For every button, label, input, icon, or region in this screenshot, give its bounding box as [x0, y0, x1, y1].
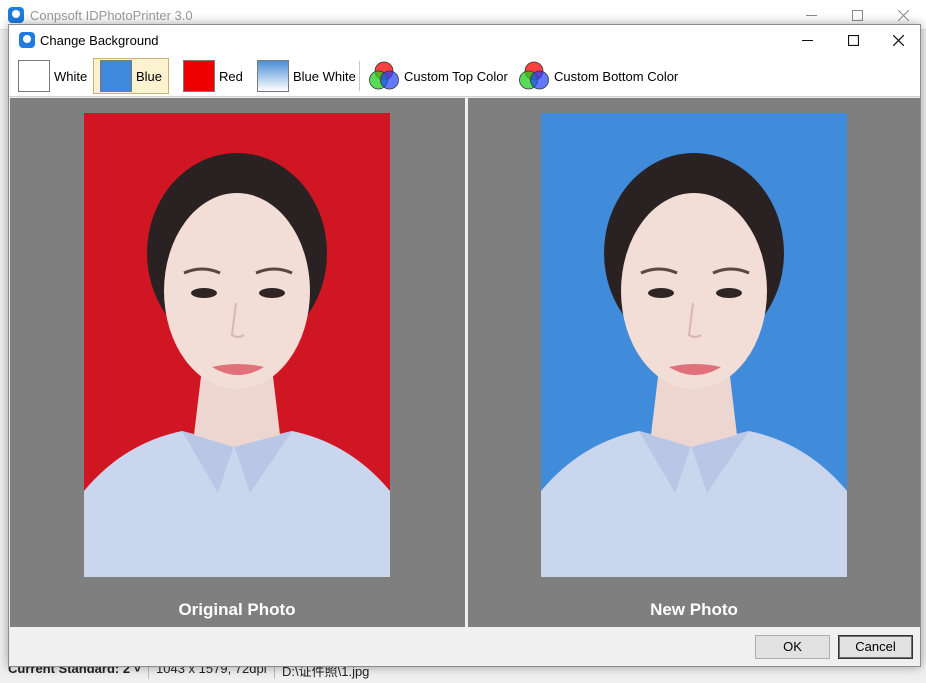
dialog-title: Change Background: [40, 33, 159, 48]
ok-button[interactable]: OK: [755, 635, 830, 659]
custom-bottom-color-button[interactable]: Custom Bottom Color: [511, 58, 685, 94]
original-photo: [84, 113, 390, 577]
white-background-button[interactable]: White: [11, 58, 94, 94]
blue-white-background-button[interactable]: Blue White: [250, 58, 363, 94]
toolbar-separator: [359, 61, 360, 91]
close-icon: [897, 9, 909, 21]
cancel-button[interactable]: Cancel: [838, 635, 913, 659]
red-background-button[interactable]: Red: [176, 58, 250, 94]
new-photo: [541, 113, 847, 577]
blue-white-label: Blue White: [293, 68, 356, 84]
custom-top-color-button[interactable]: Custom Top Color: [361, 58, 515, 94]
white-label: White: [54, 68, 88, 84]
main-window-title: Conpsoft IDPhotoPrinter 3.0: [30, 8, 193, 23]
app-logo-icon: [8, 7, 24, 23]
close-icon: [892, 34, 904, 46]
dialog-titlebar: Change Background: [9, 25, 920, 55]
minimize-icon: [801, 39, 813, 41]
dialog-minimize-button[interactable]: [784, 25, 830, 55]
custom-top-color-label: Custom Top Color: [404, 68, 508, 84]
blue-label: Blue: [136, 68, 163, 84]
dialog-footer: OK Cancel: [9, 627, 920, 666]
splitter-divider[interactable]: [465, 98, 468, 627]
portrait-image: [541, 113, 847, 577]
custom-bottom-color-label: Custom Bottom Color: [554, 68, 679, 84]
background-toolbar: White Blue Red Blue White Custom Top Col…: [9, 55, 920, 97]
dialog-maximize-button[interactable]: [830, 25, 876, 55]
portrait-image: [84, 113, 390, 577]
original-photo-caption: Original Photo: [178, 600, 296, 619]
dialog-app-icon: [19, 32, 35, 48]
dialog-close-button[interactable]: [875, 25, 921, 55]
red-label: Red: [219, 68, 243, 84]
preview-area: Original Photo New Photo: [10, 98, 920, 627]
rgb-circles-icon: [519, 61, 549, 90]
rgb-circles-icon: [369, 61, 399, 90]
blue-white-swatch: [257, 60, 289, 92]
blue-background-button[interactable]: Blue: [93, 58, 170, 94]
maximize-icon: [847, 34, 859, 46]
change-background-dialog: Change Background White Blue Red Blue Wh…: [8, 24, 921, 667]
red-swatch: [183, 60, 215, 92]
white-swatch: [18, 60, 50, 92]
new-photo-caption: New Photo: [650, 600, 738, 619]
blue-swatch: [100, 60, 132, 92]
minimize-icon: [805, 14, 817, 16]
maximize-icon: [851, 9, 863, 21]
